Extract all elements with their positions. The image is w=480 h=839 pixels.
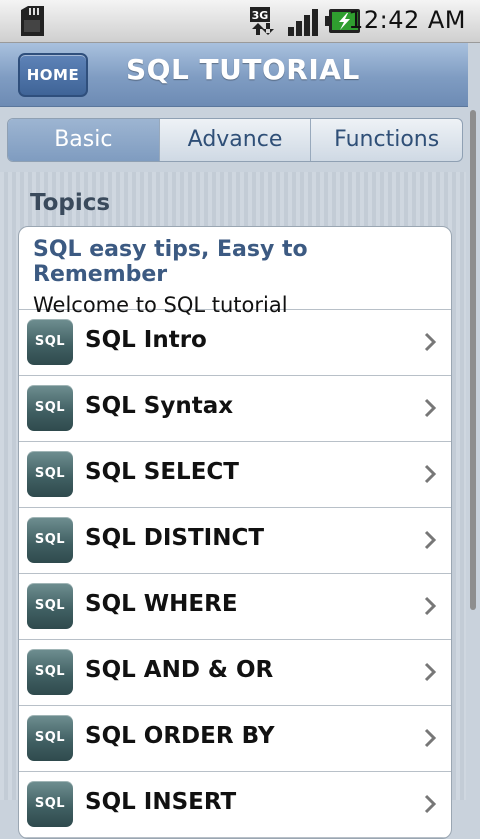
- sql-icon: SQL: [27, 781, 73, 827]
- list-item-label: SQL SELECT: [85, 459, 239, 485]
- signal-strength-icon: [288, 9, 318, 36]
- sql-icon: SQL: [27, 451, 73, 497]
- list-item-sql-syntax[interactable]: SQL SQL Syntax: [19, 376, 451, 442]
- list-item-sql-intro[interactable]: SQL SQL Intro: [19, 310, 451, 376]
- home-button[interactable]: HOME: [18, 53, 88, 97]
- chevron-right-icon: [424, 794, 437, 814]
- list-item-label: SQL ORDER BY: [85, 723, 275, 749]
- sd-card-icon: [21, 6, 44, 36]
- list-item-sql-select[interactable]: SQL SQL SELECT: [19, 442, 451, 508]
- list-item-label: SQL INSERT: [85, 789, 237, 815]
- list-item-sql-insert[interactable]: SQL SQL INSERT: [19, 772, 451, 838]
- tab-bar: Basic Advance Functions: [7, 118, 463, 162]
- tab-basic[interactable]: Basic: [8, 119, 160, 161]
- network-label: 3G: [252, 9, 269, 22]
- list-item-label: SQL DISTINCT: [85, 525, 265, 551]
- sql-icon: SQL: [27, 715, 73, 761]
- topics-list: SQL easy tips, Easy to Remember Welcome …: [18, 226, 452, 839]
- sql-icon: SQL: [27, 517, 73, 563]
- intro-title: SQL easy tips, Easy to Remember: [33, 237, 308, 287]
- list-item-label: SQL Syntax: [85, 393, 234, 419]
- chevron-right-icon: [424, 596, 437, 616]
- section-heading: Topics: [30, 190, 111, 216]
- clock-text: 12:42 AM: [348, 6, 466, 34]
- chevron-right-icon: [424, 728, 437, 748]
- chevron-right-icon: [424, 332, 437, 352]
- sql-icon: SQL: [27, 385, 73, 431]
- tab-functions[interactable]: Functions: [311, 119, 462, 161]
- chevron-right-icon: [424, 662, 437, 682]
- title-bar: HOME SQL TUTORIAL: [0, 43, 468, 107]
- scrollbar[interactable]: [470, 110, 476, 610]
- sql-icon: SQL: [27, 649, 73, 695]
- list-item-sql-distinct[interactable]: SQL SQL DISTINCT: [19, 508, 451, 574]
- sql-icon: SQL: [27, 319, 73, 365]
- list-item-sql-where[interactable]: SQL SQL WHERE: [19, 574, 451, 640]
- page-title: SQL TUTORIAL: [126, 53, 360, 86]
- status-bar: 3G 12:42 AM: [0, 0, 480, 43]
- list-item-label: SQL AND & OR: [85, 657, 274, 683]
- chevron-right-icon: [424, 530, 437, 550]
- sql-icon: SQL: [27, 583, 73, 629]
- intro-card: SQL easy tips, Easy to Remember Welcome …: [19, 227, 451, 317]
- tab-advance[interactable]: Advance: [160, 119, 312, 161]
- list-item-label: SQL WHERE: [85, 591, 238, 617]
- list-item-sql-and-or[interactable]: SQL SQL AND & OR: [19, 640, 451, 706]
- network-3g-icon: 3G: [250, 7, 274, 35]
- content-area: Topics SQL easy tips, Easy to Remember W…: [0, 172, 466, 839]
- list-item-label: SQL Intro: [85, 327, 207, 353]
- chevron-right-icon: [424, 464, 437, 484]
- list-item-sql-order-by[interactable]: SQL SQL ORDER BY: [19, 706, 451, 772]
- chevron-right-icon: [424, 398, 437, 418]
